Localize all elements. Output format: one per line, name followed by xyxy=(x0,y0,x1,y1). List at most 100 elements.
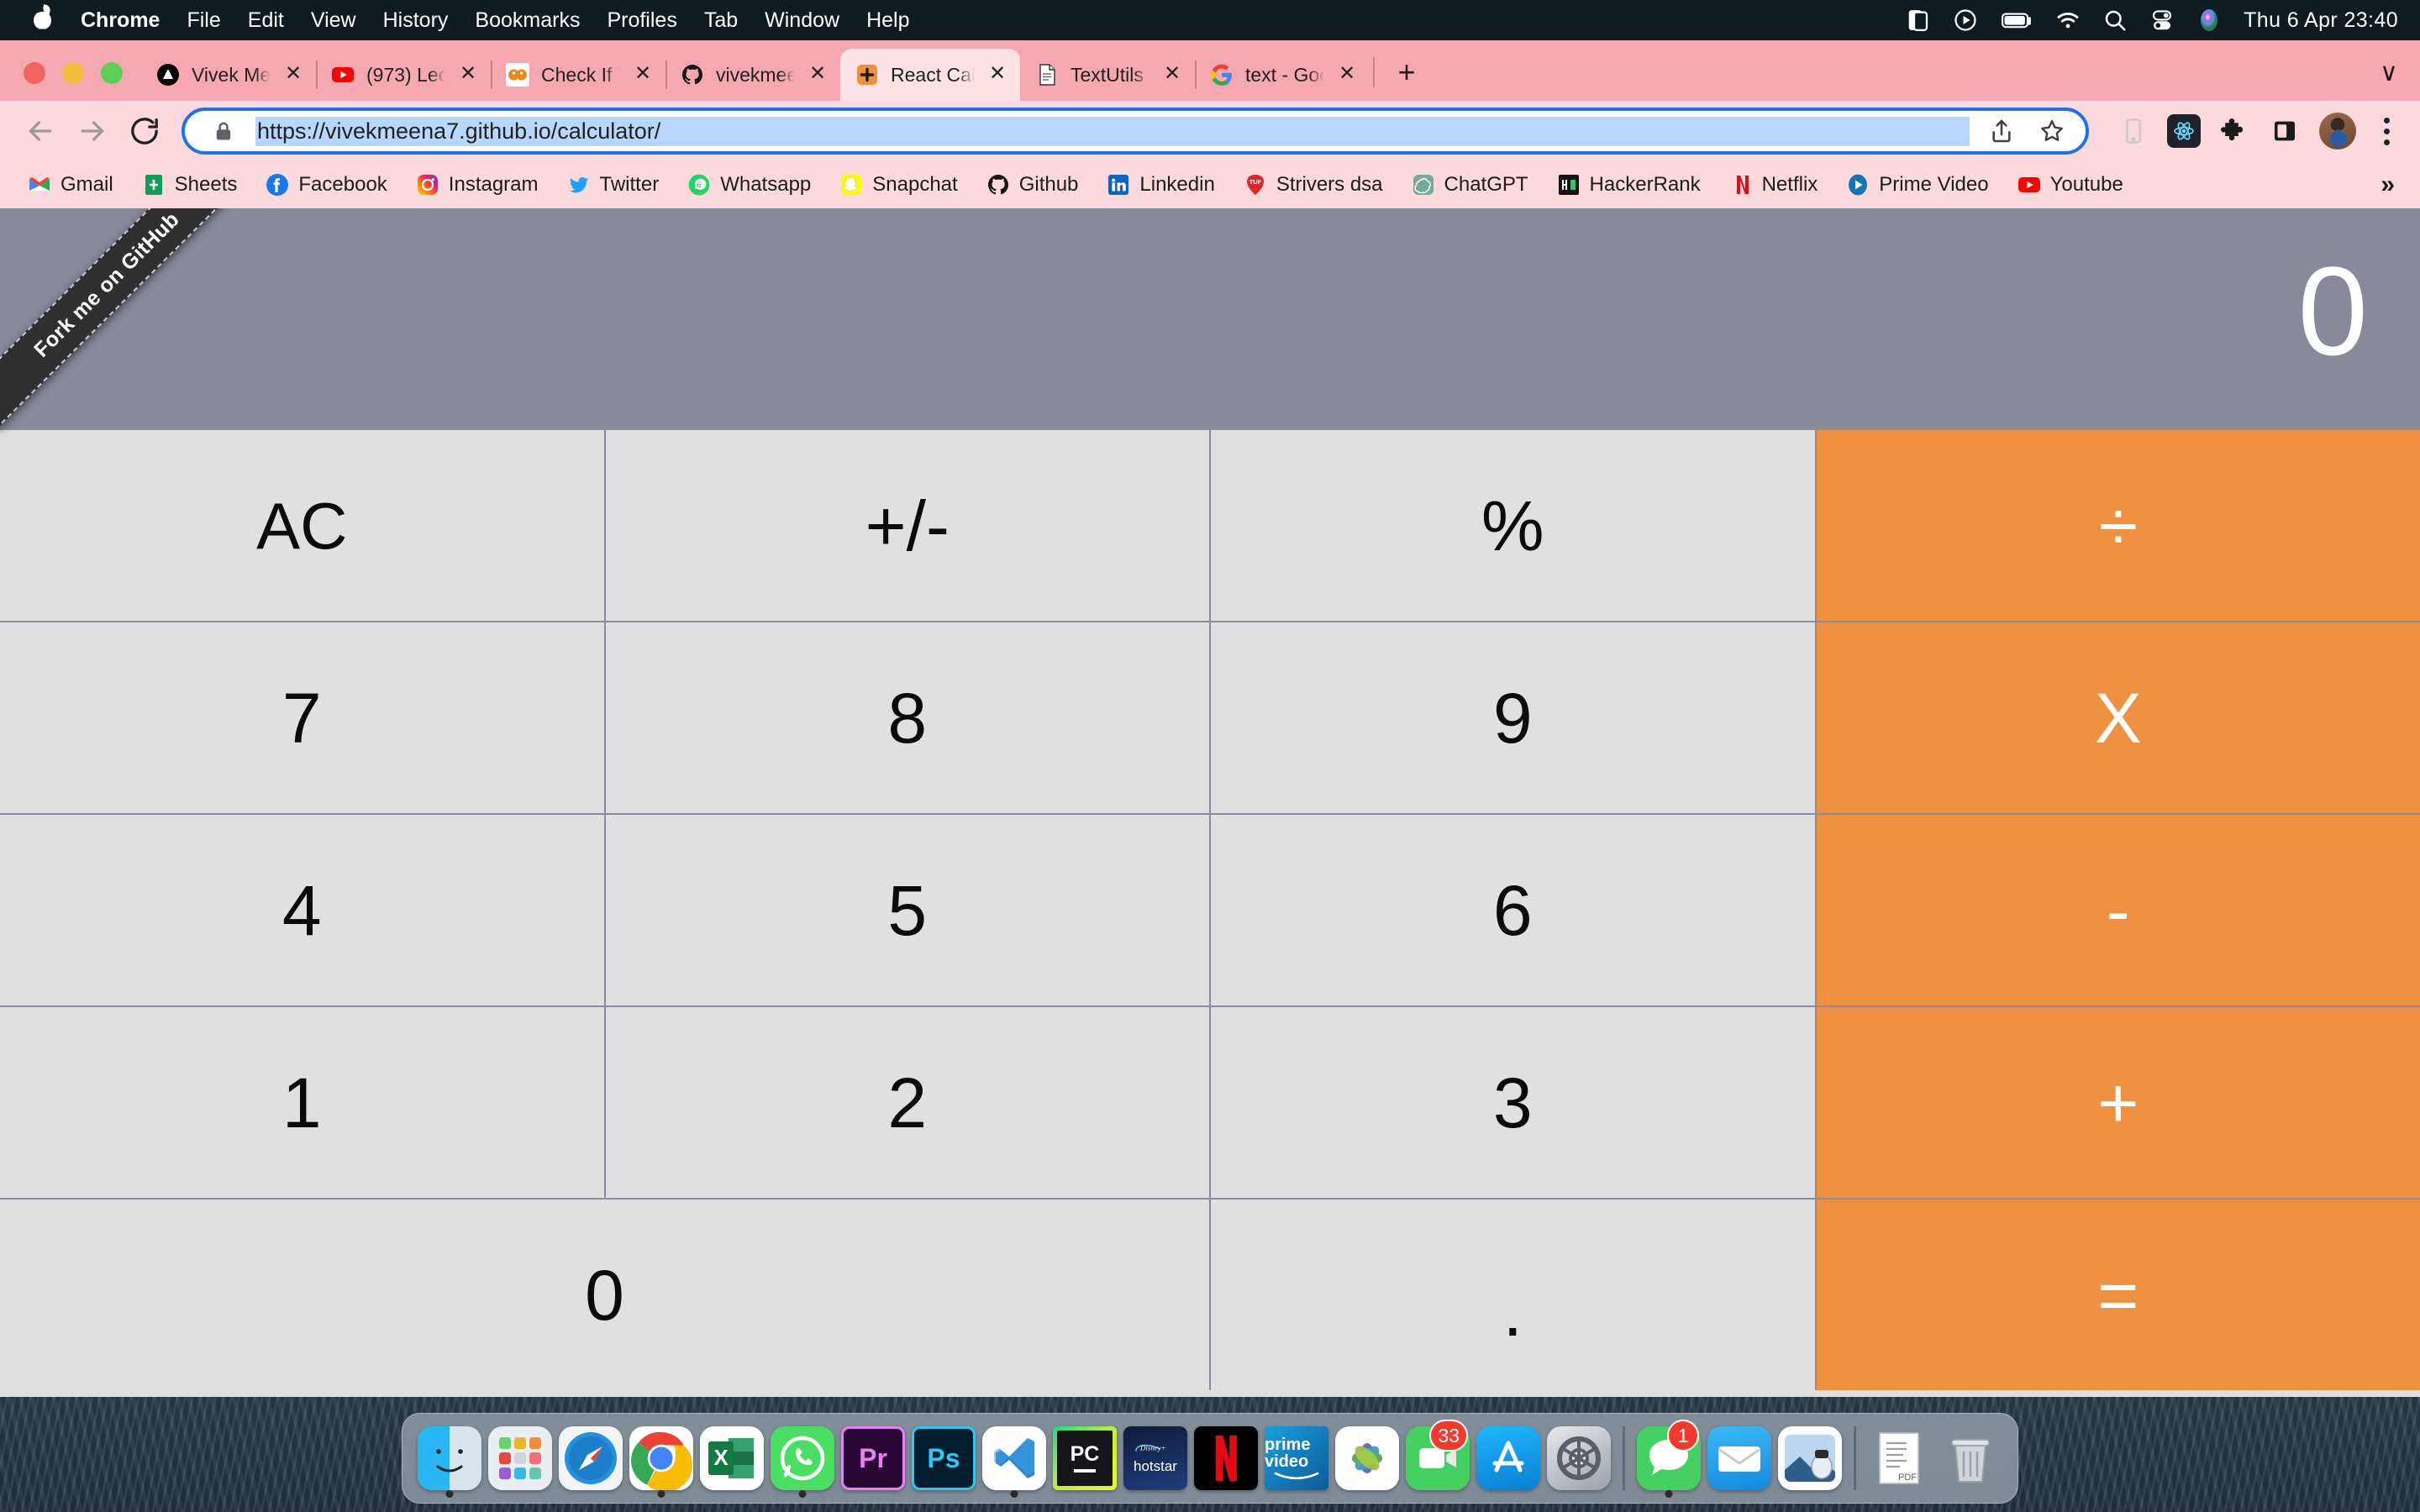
profile-avatar[interactable] xyxy=(2319,113,2356,150)
url-input[interactable]: https://vivekmeena7.github.io/calculator… xyxy=(255,116,1970,146)
close-button[interactable] xyxy=(24,62,45,84)
dock-item-messages[interactable]: 1 xyxy=(1634,1413,1704,1504)
menu-item-profiles[interactable]: Profiles xyxy=(593,8,690,33)
bookmark-whatsapp[interactable]: 6 Whatsapp xyxy=(673,165,825,205)
tab-close-icon[interactable]: ✕ xyxy=(1336,64,1358,86)
key-6[interactable]: 6 xyxy=(1211,815,1815,1005)
chrome-menu-button[interactable] xyxy=(2370,117,2403,145)
siri-icon[interactable] xyxy=(2196,8,2222,33)
dock-item-vs-code[interactable] xyxy=(979,1413,1050,1504)
bookmark-hackerrank[interactable]: HackerRank xyxy=(1543,165,1715,205)
tab-react-calculator[interactable]: React Calculator ✕ xyxy=(840,49,1020,101)
menu-item-tab[interactable]: Tab xyxy=(691,8,751,33)
address-bar[interactable]: https://vivekmeena7.github.io/calculator… xyxy=(182,108,2089,155)
dock-item-safari[interactable] xyxy=(555,1413,626,1504)
apple-logo-icon[interactable] xyxy=(18,5,67,36)
bookmark-strivers-dsa[interactable]: TUF Strivers dsa xyxy=(1229,165,1397,205)
bookmark-facebook[interactable]: Facebook xyxy=(251,165,401,205)
bookmark-prime-video[interactable]: Prime Video xyxy=(1832,165,2002,205)
key-divide[interactable]: ÷ xyxy=(1816,430,2420,621)
reload-button[interactable] xyxy=(121,108,168,155)
tab-close-icon[interactable]: ✕ xyxy=(807,64,829,86)
key-7[interactable]: 7 xyxy=(0,622,604,813)
minimize-button[interactable] xyxy=(62,62,84,84)
tab-vivek-meena-portfolio[interactable]: Vivek Meena | Proje ✕ xyxy=(141,49,316,101)
key-8[interactable]: 8 xyxy=(605,622,1209,813)
tab-textutils[interactable]: TextUtils - Word Co ✕ xyxy=(1020,49,1195,101)
tab-close-icon[interactable]: ✕ xyxy=(457,64,479,86)
bookmark-linkedin[interactable]: Linkedin xyxy=(1092,165,1228,205)
bookmark-sheets[interactable]: Sheets xyxy=(128,165,252,205)
dock-item-prime-video[interactable]: prime video xyxy=(1261,1413,1332,1504)
tab-search-chevron-down-icon[interactable]: ∨ xyxy=(2380,58,2420,101)
dock-item-premiere-pro[interactable]: Pr xyxy=(838,1413,908,1504)
tab-google-search-text[interactable]: text - Google Searc ✕ xyxy=(1195,49,1370,101)
key-5[interactable]: 5 xyxy=(605,815,1209,1005)
dock-item-preview[interactable] xyxy=(1775,1413,1845,1504)
dock-item-netflix[interactable] xyxy=(1191,1413,1261,1504)
key-3[interactable]: 3 xyxy=(1211,1007,1815,1198)
bookmark-netflix[interactable]: Netflix xyxy=(1715,165,1833,205)
tab-check-if-the-string[interactable]: Check If The String ✕ xyxy=(491,49,666,101)
key-decimal[interactable]: . xyxy=(1211,1200,1815,1390)
extensions-puzzle-icon[interactable] xyxy=(2215,112,2254,150)
menu-item-bookmarks[interactable]: Bookmarks xyxy=(461,8,593,33)
share-icon[interactable] xyxy=(1983,113,2020,150)
tab-close-icon[interactable]: ✕ xyxy=(632,64,654,86)
dock-item-launchpad[interactable] xyxy=(485,1413,555,1504)
bookmark-gmail[interactable]: Gmail xyxy=(13,165,128,205)
menu-item-window[interactable]: Window xyxy=(751,8,853,33)
bookmark-github[interactable]: Github xyxy=(972,165,1093,205)
key-plus-minus[interactable]: +/- xyxy=(605,430,1209,621)
key-4[interactable]: 4 xyxy=(0,815,604,1005)
tab-close-icon[interactable]: ✕ xyxy=(1161,64,1183,86)
dock-item-disney-hotstar[interactable]: Disney+ hotstar xyxy=(1120,1413,1191,1504)
key-0[interactable]: 0 xyxy=(0,1200,1209,1390)
maximize-button[interactable] xyxy=(101,62,123,84)
tab-youtube-lecture[interactable]: (973) Lecture22: Al ✕ xyxy=(316,49,491,101)
dock-item-system-preferences[interactable] xyxy=(1544,1413,1614,1504)
now-playing-icon[interactable] xyxy=(1953,8,1978,33)
dock-item-pdf-document[interactable]: PDF xyxy=(1865,1413,1935,1504)
spotlight-search-icon[interactable] xyxy=(2102,8,2128,33)
menu-item-edit[interactable]: Edit xyxy=(234,8,297,33)
tab-close-icon[interactable]: ✕ xyxy=(282,64,304,86)
menu-item-view[interactable]: View xyxy=(297,8,370,33)
dock-item-excel[interactable]: X xyxy=(697,1413,767,1504)
tab-close-icon[interactable]: ✕ xyxy=(986,64,1008,86)
dock-item-finder[interactable] xyxy=(414,1413,485,1504)
side-panel-icon[interactable] xyxy=(2265,112,2304,150)
menu-item-file[interactable]: File xyxy=(173,8,234,33)
tab-github-calculator-repo[interactable]: vivekmeena7/calcul ✕ xyxy=(666,49,840,101)
bookmark-chatgpt[interactable]: ChatGPT xyxy=(1397,165,1543,205)
new-tab-button[interactable]: + xyxy=(1373,50,1428,94)
forward-button[interactable] xyxy=(69,108,116,155)
menu-item-chrome[interactable]: Chrome xyxy=(67,8,173,33)
dock-item-facetime[interactable]: 33 xyxy=(1402,1413,1473,1504)
key-9[interactable]: 9 xyxy=(1211,622,1815,813)
dock-item-trash[interactable] xyxy=(1935,1413,2006,1504)
screen-mirroring-icon[interactable] xyxy=(1906,8,1931,33)
control-center-icon[interactable] xyxy=(2149,8,2175,33)
bookmark-twitter[interactable]: Twitter xyxy=(553,165,674,205)
dock-item-app-store[interactable] xyxy=(1473,1413,1544,1504)
device-toolbar-icon[interactable] xyxy=(2114,112,2153,150)
key-1[interactable]: 1 xyxy=(0,1007,604,1198)
dock-item-mail[interactable] xyxy=(1704,1413,1775,1504)
battery-icon[interactable] xyxy=(2000,8,2033,33)
key-all-clear[interactable]: AC xyxy=(0,430,604,621)
key-subtract[interactable]: - xyxy=(1816,815,2420,1005)
menu-bar-clock[interactable]: Thu 6 Apr 23:40 xyxy=(2244,8,2398,33)
react-devtools-icon[interactable] xyxy=(2165,112,2203,150)
key-multiply[interactable]: X xyxy=(1816,622,2420,813)
dock-item-pycharm[interactable]: PC xyxy=(1050,1413,1120,1504)
key-add[interactable]: + xyxy=(1816,1007,2420,1198)
menu-item-history[interactable]: History xyxy=(370,8,462,33)
dock-item-photos[interactable] xyxy=(1332,1413,1402,1504)
bookmark-instagram[interactable]: Instagram xyxy=(402,165,553,205)
star-icon[interactable] xyxy=(2033,113,2070,150)
menu-item-help[interactable]: Help xyxy=(853,8,923,33)
key-2[interactable]: 2 xyxy=(605,1007,1209,1198)
dock-item-chrome[interactable] xyxy=(626,1413,697,1504)
bookmarks-overflow-button[interactable]: » xyxy=(2381,171,2407,199)
